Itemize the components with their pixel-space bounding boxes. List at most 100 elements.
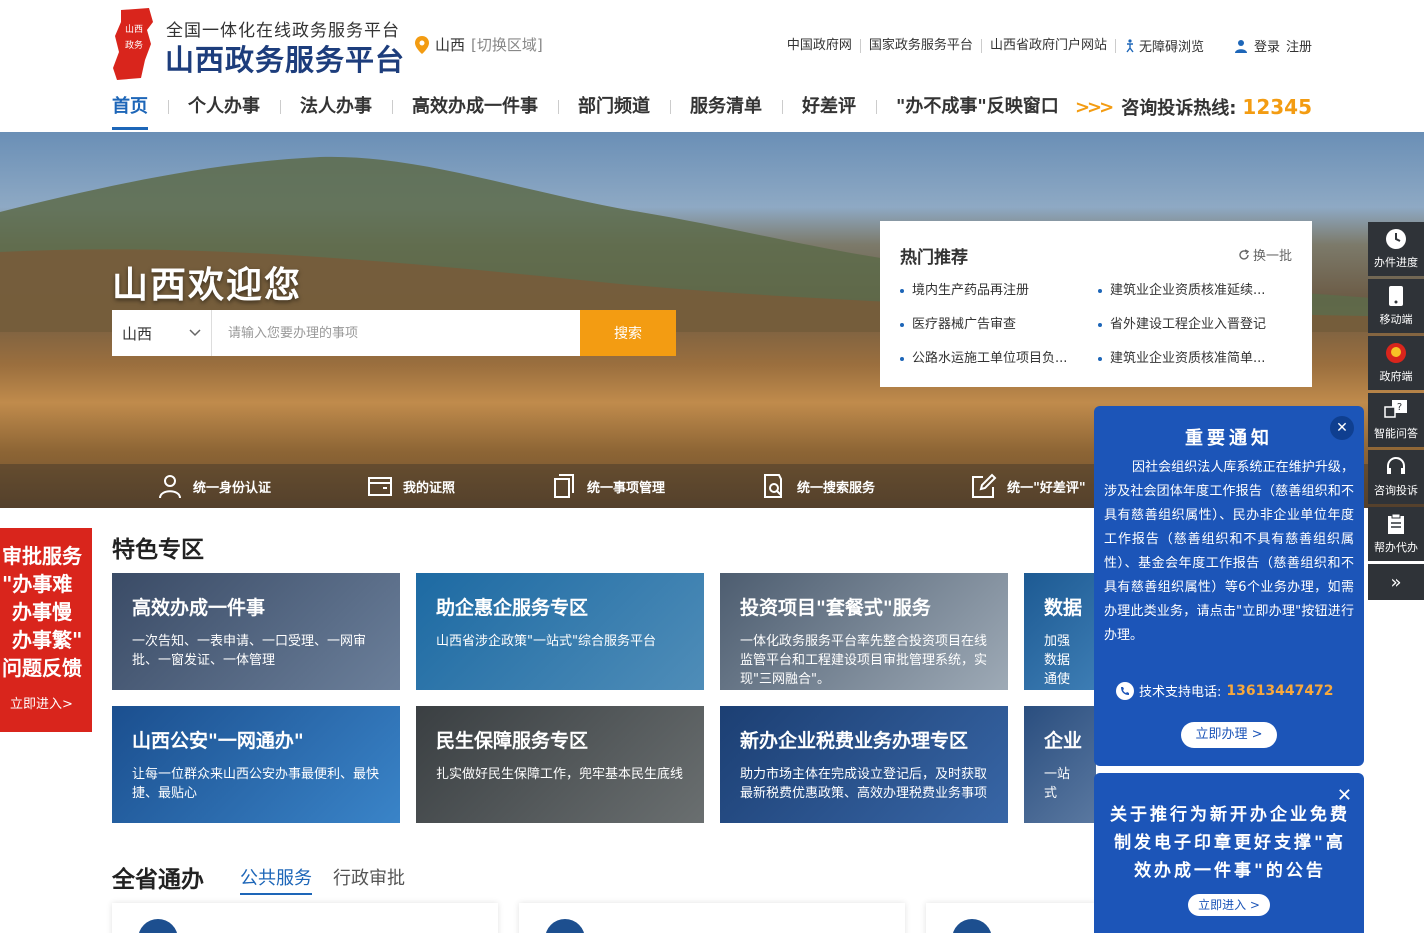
feature-card[interactable]: 新办企业税费业务办理专区 助力市场主体在完成设立登记后，及时获取最新税费优惠政策… bbox=[720, 706, 1008, 823]
card-title: 投资项目"套餐式"服务 bbox=[740, 597, 931, 619]
province-section-title: 全省通办 bbox=[112, 867, 204, 893]
document-search-icon bbox=[764, 474, 783, 498]
feature-card[interactable]: 企业 一站式 bbox=[1024, 706, 1096, 823]
quick-evaluation[interactable]: 统一"好差评" bbox=[971, 473, 1086, 499]
hotline-number: 12345 bbox=[1242, 95, 1312, 119]
header: 山西 政务 全国一体化在线政务服务平台 山西政务服务平台 山西 [切换区域] 中… bbox=[0, 0, 1424, 132]
list-item[interactable]: 境内生产药品再注册 bbox=[900, 281, 1094, 300]
feature-card[interactable]: 山西公安"一网通办" 让每一位群众来山西公安办事最便利、最快捷、最贴心 bbox=[112, 706, 400, 823]
refresh-icon bbox=[1239, 248, 1250, 260]
float-enter-link[interactable]: 立即进入> bbox=[10, 693, 73, 712]
approval-feedback-float[interactable]: 审批服务 "办事难 办事慢 办事繁" 问题反馈 立即进入> bbox=[0, 528, 92, 732]
card-desc: 一体化政务服务平台率先整合投资项目在线监管平台和工程建设项目审批管理系统，实现"… bbox=[740, 634, 988, 687]
wallet-icon bbox=[368, 477, 393, 496]
double-chevron-right-icon: » bbox=[1390, 571, 1402, 593]
list-item[interactable]: 医疗器械广告审查 bbox=[900, 315, 1094, 334]
nav-feedback-window[interactable]: "办不成事"反映窗口 bbox=[876, 94, 1079, 120]
quick-search-service[interactable]: 统一搜索服务 bbox=[761, 473, 875, 499]
sidebar-item-progress[interactable]: 办件进度 bbox=[1368, 222, 1424, 276]
svg-text:政务: 政务 bbox=[125, 39, 143, 51]
card-title: 高效办成一件事 bbox=[132, 597, 266, 619]
main-nav: 首页 个人办事 法人办事 高效办成一件事 部门频道 服务清单 好差评 "办不成事… bbox=[112, 94, 1079, 130]
card-desc: 助力市场主体在完成设立登记后，及时获取最新税费优惠政策、高效办理税费业务事项 bbox=[740, 767, 988, 801]
sidebar-item-label: 移动端 bbox=[1379, 313, 1413, 326]
sidebar-item-label: 办件进度 bbox=[1374, 256, 1418, 269]
card-desc: 一次告知、一表申请、一口受理、一网审批、一窗发证、一体管理 bbox=[132, 634, 367, 668]
link-national-service[interactable]: 国家政务服务平台 bbox=[861, 38, 982, 53]
accessibility-link[interactable]: 无障碍浏览 bbox=[1116, 36, 1212, 55]
card-desc: 山西省涉企政策"一站式"综合服务平台 bbox=[436, 634, 656, 649]
province-card-icon bbox=[545, 919, 585, 933]
hotline-arrows: >>> bbox=[1074, 96, 1114, 118]
province-card-icon bbox=[952, 919, 992, 933]
region-name: 山西 bbox=[435, 36, 466, 54]
list-item[interactable]: 省外建设工程企业入晋登记 bbox=[1098, 315, 1292, 334]
float-line: 办事慢 bbox=[12, 600, 72, 624]
sidebar-expand-button[interactable]: » bbox=[1368, 564, 1424, 600]
register-link[interactable]: 注册 bbox=[1286, 36, 1312, 55]
region-selector[interactable]: 山西 [切换区域] bbox=[415, 34, 543, 55]
feature-card[interactable]: 投资项目"套餐式"服务 一体化政务服务平台率先整合投资项目在线监管平台和工程建设… bbox=[720, 573, 1008, 690]
card-title: 企业 bbox=[1044, 730, 1083, 752]
list-item[interactable]: 建筑业企业资质核准延续... bbox=[1098, 281, 1292, 300]
list-item[interactable]: 公路水运施工单位项目负... bbox=[900, 349, 1094, 368]
search-button[interactable]: 搜索 bbox=[580, 310, 676, 356]
tab-public-service[interactable]: 公共服务 bbox=[240, 864, 312, 895]
search-input[interactable] bbox=[212, 310, 580, 356]
quick-item-management[interactable]: 统一事项管理 bbox=[551, 473, 665, 499]
hotline: >>> 咨询投诉热线: 12345 bbox=[1075, 94, 1312, 120]
search-bar: 山西 搜索 bbox=[112, 310, 676, 356]
clock-icon bbox=[1386, 229, 1406, 249]
handle-now-button[interactable]: 立即办理 > bbox=[1181, 722, 1277, 748]
province-card[interactable] bbox=[112, 903, 498, 933]
tech-support: 技术支持电话: 13613447472 bbox=[1116, 681, 1334, 700]
notice2-title: 关于推行为新开办企业免费制发电子印章更好支撑"高效办成一件事"的公告 bbox=[1110, 805, 1350, 881]
sidebar-item-smart-qa[interactable]: ? 智能问答 bbox=[1368, 393, 1424, 447]
list-item[interactable]: 建筑业企业资质核准简单... bbox=[1098, 349, 1292, 368]
nav-department[interactable]: 部门频道 bbox=[558, 94, 670, 120]
notice-title: 重要通知 bbox=[1185, 428, 1273, 449]
mobile-icon bbox=[1389, 286, 1403, 306]
sidebar-item-mobile[interactable]: 移动端 bbox=[1368, 279, 1424, 333]
accessibility-icon bbox=[1126, 38, 1134, 52]
feature-card[interactable]: 助企惠企服务专区 山西省涉企政策"一站式"综合服务平台 bbox=[416, 573, 704, 690]
chat-question-icon: ? bbox=[1384, 400, 1407, 418]
document-copy-icon bbox=[554, 474, 575, 498]
province-card[interactable] bbox=[519, 903, 905, 933]
quick-identity-auth[interactable]: 统一身份认证 bbox=[157, 473, 271, 499]
logo-title[interactable]: 山西政务服务平台 bbox=[165, 37, 405, 79]
login-link[interactable]: 登录 bbox=[1254, 36, 1280, 55]
accessibility-label: 无障碍浏览 bbox=[1138, 40, 1204, 55]
nav-evaluation[interactable]: 好差评 bbox=[782, 94, 876, 120]
quick-my-license[interactable]: 我的证照 bbox=[367, 473, 455, 499]
quick-label: 统一搜索服务 bbox=[797, 480, 876, 496]
sidebar-item-government[interactable]: 政府端 bbox=[1368, 336, 1424, 390]
sidebar-item-consult-complaint[interactable]: 咨询投诉 bbox=[1368, 450, 1424, 504]
sidebar-item-label: 咨询投诉 bbox=[1374, 484, 1418, 497]
region-switch-link[interactable]: [切换区域] bbox=[471, 34, 543, 55]
quick-label: 我的证照 bbox=[403, 480, 456, 496]
tab-administrative-approval[interactable]: 行政审批 bbox=[333, 864, 405, 890]
link-shanxi-portal[interactable]: 山西省政府门户网站 bbox=[982, 38, 1116, 53]
hot-recommend-title: 热门推荐 bbox=[900, 248, 968, 268]
nav-one-thing[interactable]: 高效办成一件事 bbox=[392, 94, 558, 120]
national-emblem-icon bbox=[1386, 343, 1406, 363]
user-icon bbox=[1234, 39, 1247, 53]
sidebar-item-assist[interactable]: 帮办代办 bbox=[1368, 507, 1424, 561]
province-card[interactable] bbox=[926, 903, 1096, 933]
refresh-button[interactable]: 换一批 bbox=[1238, 245, 1292, 264]
nav-legal-person[interactable]: 法人办事 bbox=[280, 94, 392, 120]
feature-card[interactable]: 民生保障服务专区 扎实做好民生保障工作，兜牢基本民生底线 bbox=[416, 706, 704, 823]
enter-now-button[interactable]: 立即进入 > bbox=[1188, 894, 1270, 916]
nav-personal[interactable]: 个人办事 bbox=[168, 94, 280, 120]
nav-home[interactable]: 首页 bbox=[112, 94, 168, 130]
quick-label: 统一事项管理 bbox=[587, 480, 666, 496]
tech-support-label: 技术支持电话: bbox=[1139, 685, 1222, 700]
feature-card[interactable]: 高效办成一件事 一次告知、一表申请、一口受理、一网审批、一窗发证、一体管理 bbox=[112, 573, 400, 690]
feature-card[interactable]: 数据 加强数据通使用 bbox=[1024, 573, 1096, 690]
search-region-select[interactable]: 山西 bbox=[112, 310, 212, 356]
notice-body: 因社会组织法人库系统正在维护升级，涉及社会团体年度工作报告（慈善组织和不具有慈善… bbox=[1104, 460, 1354, 643]
shanxi-emblem-icon[interactable]: 山西 政务 bbox=[113, 8, 155, 80]
link-china-gov[interactable]: 中国政府网 bbox=[779, 38, 861, 53]
nav-service-list[interactable]: 服务清单 bbox=[670, 94, 782, 120]
